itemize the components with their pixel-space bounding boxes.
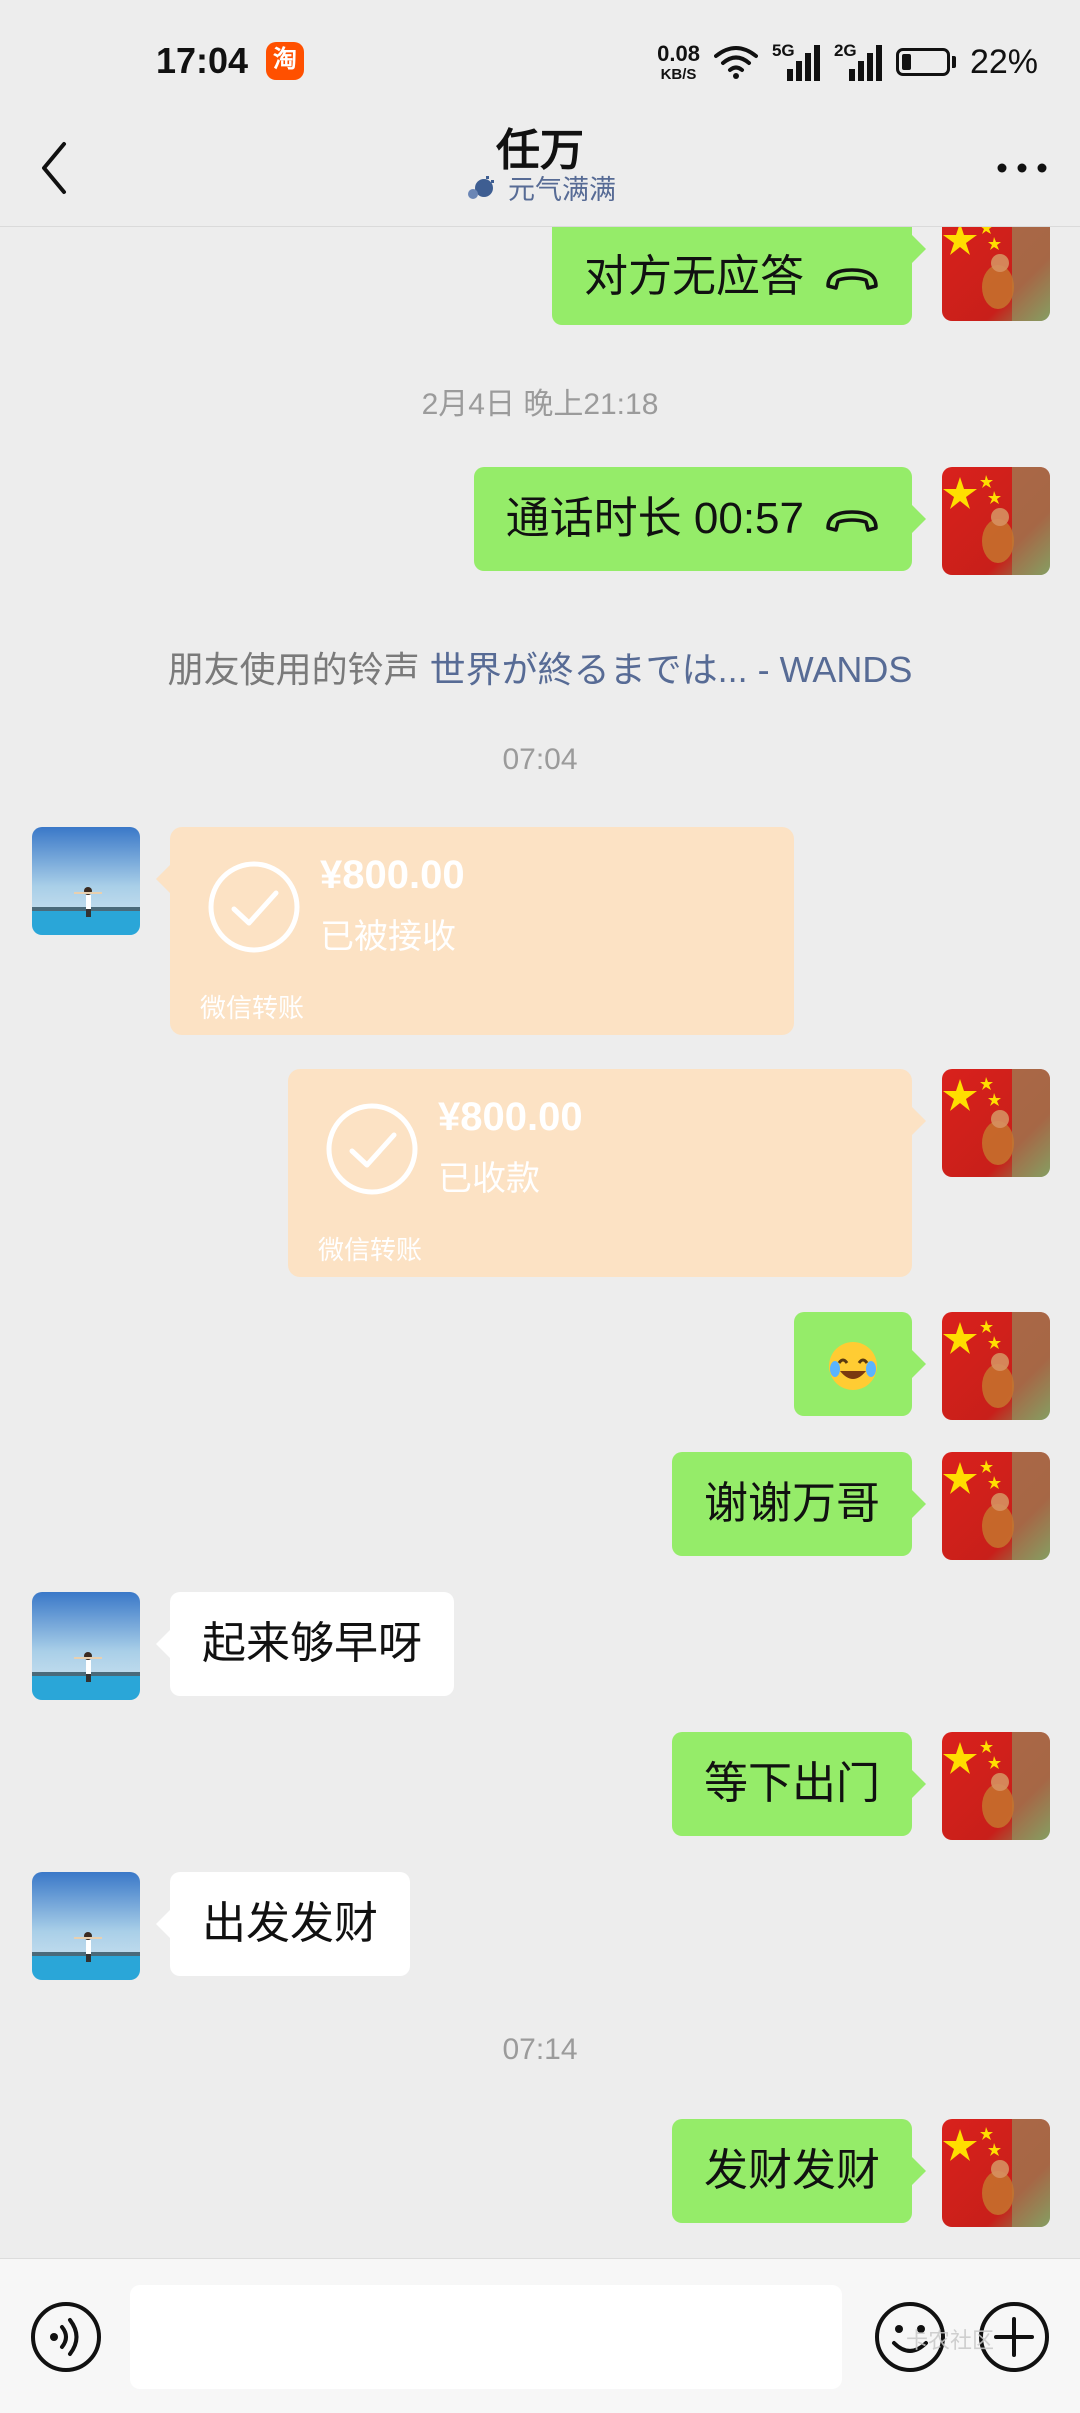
my-avatar[interactable] xyxy=(942,1069,1050,1177)
network-speed: 0.08 KB/S xyxy=(657,40,700,83)
contact-avatar[interactable] xyxy=(32,827,140,935)
call-duration-bubble[interactable]: 通话时长 00:57 xyxy=(473,467,927,571)
voice-icon[interactable] xyxy=(28,2299,104,2375)
status-emoji-icon xyxy=(468,175,494,199)
contact-avatar[interactable] xyxy=(32,1872,140,1980)
transfer-status: 已收款 xyxy=(438,1160,540,1198)
call-hangup-icon xyxy=(826,268,878,291)
more-icon[interactable] xyxy=(992,148,1052,188)
status-bar: 17:04 淘 0.08 KB/S 5G 2G 22% xyxy=(0,0,1080,110)
timestamp: 07:04 xyxy=(502,743,578,776)
check-circle-icon xyxy=(208,861,300,953)
transfer-card-received[interactable]: ¥800.00 已被接收 微信转账 xyxy=(156,827,794,1035)
my-avatar[interactable] xyxy=(942,227,1050,321)
emoji-bubble[interactable] xyxy=(794,1312,926,1416)
watermark: 卡农社区 xyxy=(906,2328,995,2353)
transfer-status: 已被接收 xyxy=(320,918,456,956)
taobao-icon: 淘 xyxy=(266,42,304,80)
signal-5g-icon: 5G xyxy=(772,41,820,81)
timestamp: 2月4日 晚上21:18 xyxy=(421,388,659,421)
ringtone-song-link[interactable]: 世界が終るまでは... - WANDS xyxy=(430,649,913,690)
signal-2g-icon: 2G xyxy=(834,41,882,81)
call-hangup-icon xyxy=(826,510,878,533)
transfer-footer: 微信转账 xyxy=(200,993,305,1023)
wifi-icon xyxy=(713,46,758,79)
message-bubble[interactable]: 发财发财 xyxy=(672,2119,926,2223)
ringtone-notice: 朋友使用的铃声 世界が終るまでは... - WANDS xyxy=(0,641,1080,693)
contact-avatar[interactable] xyxy=(32,1592,140,1700)
transfer-amount: ¥800.00 xyxy=(320,853,465,897)
status-time: 17:04 xyxy=(156,40,249,81)
message-input[interactable] xyxy=(130,2285,842,2389)
check-circle-icon xyxy=(326,1103,418,1195)
battery-percent: 22% xyxy=(969,42,1038,81)
transfer-card-accepted[interactable]: ¥800.00 已收款 微信转账 xyxy=(288,1069,926,1277)
call-status-bubble[interactable]: 对方无应答 xyxy=(552,227,926,325)
message-bubble[interactable]: 谢谢万哥 xyxy=(672,1452,926,1556)
chat-header: 任万 元气满满 xyxy=(0,110,1080,227)
message-bubble[interactable]: 等下出门 xyxy=(672,1732,926,1836)
status-indicators: 0.08 KB/S 5G 2G 22% xyxy=(657,38,1038,86)
transfer-amount: ¥800.00 xyxy=(438,1095,583,1139)
message-bubble[interactable]: 起来够早呀 xyxy=(156,1592,454,1696)
contact-status-text: 元气满满 xyxy=(508,175,616,205)
my-avatar[interactable] xyxy=(942,1452,1050,1560)
my-avatar[interactable] xyxy=(942,1732,1050,1840)
network-speed-unit: KB/S xyxy=(660,65,697,83)
my-avatar[interactable] xyxy=(942,1312,1050,1420)
transfer-footer: 微信转账 xyxy=(318,1235,423,1265)
battery-icon xyxy=(895,48,956,76)
crying-laughing-emoji-icon xyxy=(829,1342,877,1391)
network-speed-value: 0.08 xyxy=(657,40,700,66)
my-avatar[interactable] xyxy=(942,467,1050,575)
my-avatar[interactable] xyxy=(942,2119,1050,2227)
ringtone-prefix: 朋友使用的铃声 xyxy=(167,649,420,690)
timestamp: 07:14 xyxy=(502,2033,578,2066)
message-bubble[interactable]: 出发发财 xyxy=(156,1872,410,1976)
message-list[interactable]: 对方无应答 2月4日 晚上21:18 通话时长 00:57 朋友使用的铃声 世界… xyxy=(0,227,1080,2257)
contact-status[interactable]: 元气满满 xyxy=(0,168,1080,207)
input-bar: 卡农社区 xyxy=(0,2258,1080,2413)
